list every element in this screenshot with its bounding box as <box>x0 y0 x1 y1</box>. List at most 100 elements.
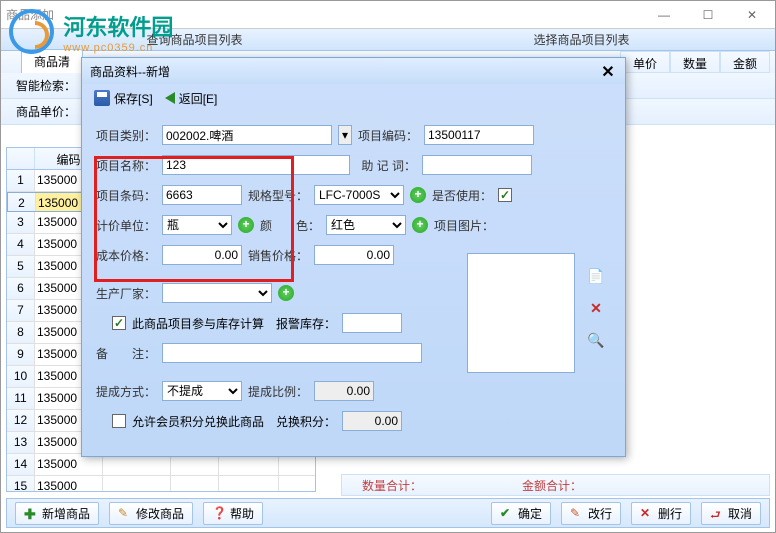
edit-product-button[interactable]: ✎修改商品 <box>109 502 193 525</box>
save-icon <box>94 90 110 106</box>
tab-products[interactable]: 商品清 <box>21 49 83 73</box>
row-index: 3 <box>7 212 35 233</box>
spec-add-icon[interactable]: + <box>410 187 426 203</box>
row-price <box>219 454 279 475</box>
row-unit <box>171 454 219 475</box>
label-name: 项目名称： <box>96 157 156 174</box>
table-row[interactable]: 15135000 <box>7 476 315 492</box>
right-grid-headers: 单价 数量 金额 <box>620 51 770 73</box>
row-code: 135000 <box>35 454 103 475</box>
label-alarm: 报警库存： <box>276 315 336 332</box>
top-section-labels: 查询商品项目列表 选择商品项目列表 <box>1 29 775 51</box>
amt-sum-label: 金额合计： <box>522 477 582 494</box>
titlebar-buttons: — ☐ ✕ <box>646 5 770 25</box>
image-preview <box>467 253 575 373</box>
row-price <box>219 476 279 492</box>
qty-sum-label: 数量合计： <box>362 477 422 494</box>
row-index: 2 <box>8 193 36 211</box>
dialog-titlebar: 商品资料--新增 ✕ <box>82 58 625 84</box>
stock-checkbox[interactable]: ✓ <box>112 316 126 330</box>
cancel-button[interactable]: ⮐取消 <box>701 502 761 525</box>
dialog-toolbar: 保存[S] 返回[E] <box>82 84 625 112</box>
search-label: 智能检索： <box>16 77 76 94</box>
name-input[interactable] <box>162 155 350 175</box>
label-stock: 此商品项目参与库存计算 <box>132 315 264 332</box>
label-unit: 计价单位： <box>96 217 156 234</box>
edit-icon: ✎ <box>118 506 132 520</box>
row-unit <box>171 476 219 492</box>
row-name <box>103 476 171 492</box>
add-icon: ✚ <box>24 506 38 520</box>
footer-toolbar: ✚新增商品 ✎修改商品 ❓帮助 ✔确定 ✎改行 ✕删行 ⮐取消 <box>6 498 770 528</box>
unit-price-label: 商品单价： <box>16 103 76 120</box>
product-dialog: 商品资料--新增 ✕ 保存[S] 返回[E] 项目类别： ▾ 项目编码： 项 <box>81 57 626 457</box>
back-label: 返回[E] <box>179 90 218 107</box>
label-mnemonic: 助 记 词： <box>356 157 416 174</box>
change-icon: ✎ <box>570 506 584 520</box>
row-index: 11 <box>7 388 35 409</box>
category-input[interactable] <box>162 125 332 145</box>
label-category: 项目类别： <box>96 127 156 144</box>
label-maker: 生产厂家： <box>96 285 156 302</box>
maker-select[interactable] <box>162 283 272 303</box>
titlebar: 商品添加 — ☐ ✕ <box>1 1 775 29</box>
save-label: 保存[S] <box>114 90 153 107</box>
close-button[interactable]: ✕ <box>734 5 770 25</box>
add-product-button[interactable]: ✚新增商品 <box>15 502 99 525</box>
grid-hdr-idx <box>7 148 35 169</box>
maker-add-icon[interactable]: + <box>278 285 294 301</box>
minimize-button[interactable]: — <box>646 5 682 25</box>
barcode-input[interactable] <box>162 185 242 205</box>
hdr-price: 单价 <box>620 51 670 73</box>
label-sale: 销售价格： <box>248 247 308 264</box>
image-add-icon[interactable]: 📄 <box>587 268 605 286</box>
summary-row: 数量合计： 金额合计： <box>341 474 770 496</box>
save-button[interactable]: 保存[S] <box>94 90 153 107</box>
delete-row-button[interactable]: ✕删行 <box>631 502 691 525</box>
label-commission-rate: 提成比例： <box>248 383 308 400</box>
color-select[interactable]: 红色 <box>326 215 406 235</box>
alarm-input[interactable] <box>342 313 402 333</box>
sale-input[interactable] <box>314 245 394 265</box>
cancel-icon: ⮐ <box>710 506 724 520</box>
remark-input[interactable] <box>162 343 422 363</box>
maximize-button[interactable]: ☐ <box>690 5 726 25</box>
label-color: 颜 色： <box>260 217 320 234</box>
image-delete-icon[interactable]: ✕ <box>587 300 605 318</box>
unit-select[interactable]: 瓶 <box>162 215 232 235</box>
points-checkbox[interactable] <box>112 414 126 428</box>
row-name <box>103 454 171 475</box>
back-icon <box>165 92 175 104</box>
dialog-close-icon[interactable]: ✕ <box>599 62 617 80</box>
ok-icon: ✔ <box>500 506 514 520</box>
mnemonic-input[interactable] <box>422 155 532 175</box>
hdr-amount: 金额 <box>720 51 770 73</box>
unit-add-icon[interactable]: + <box>238 217 254 233</box>
row-index: 6 <box>7 278 35 299</box>
label-cost: 成本价格： <box>96 247 156 264</box>
change-row-button[interactable]: ✎改行 <box>561 502 621 525</box>
back-button[interactable]: 返回[E] <box>165 90 218 107</box>
label-points: 兑换积分： <box>276 413 336 430</box>
image-zoom-icon[interactable]: 🔍 <box>587 332 605 350</box>
code-input[interactable] <box>424 125 534 145</box>
row-index: 1 <box>7 170 35 191</box>
spec-select[interactable]: LFC-7000S <box>314 185 404 205</box>
points-input[interactable] <box>342 411 402 431</box>
help-icon: ❓ <box>212 506 226 520</box>
label-enabled: 是否使用： <box>432 187 492 204</box>
commission-rate-input[interactable] <box>314 381 374 401</box>
color-add-icon[interactable]: + <box>412 217 428 233</box>
category-dropdown-icon[interactable]: ▾ <box>338 125 352 145</box>
help-button[interactable]: ❓帮助 <box>203 502 263 525</box>
cost-input[interactable] <box>162 245 242 265</box>
row-index: 12 <box>7 410 35 431</box>
row-index: 13 <box>7 432 35 453</box>
table-row[interactable]: 14135000 <box>7 454 315 476</box>
enabled-checkbox[interactable]: ✓ <box>498 188 512 202</box>
ok-button[interactable]: ✔确定 <box>491 502 551 525</box>
image-tools: 📄 ✕ 🔍 <box>587 268 605 350</box>
row-index: 5 <box>7 256 35 277</box>
commission-mode-select[interactable]: 不提成 <box>162 381 242 401</box>
dialog-title: 商品资料--新增 <box>90 63 170 80</box>
